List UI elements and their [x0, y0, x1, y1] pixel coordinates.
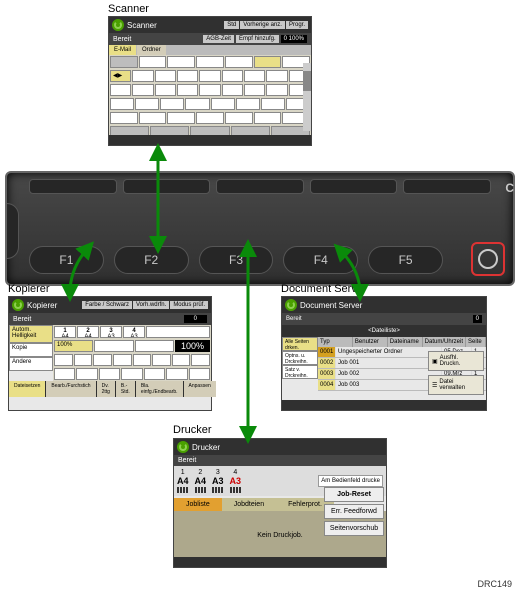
app-logo-icon — [12, 299, 24, 311]
scanner-tabs: E-Mail Ordner — [109, 45, 311, 55]
kopierer-title: Kopierer — [27, 301, 57, 310]
kopierer-status: Bereit — [13, 316, 31, 323]
manage-icon: ☰ — [432, 382, 437, 389]
zoom-display: 100% — [175, 340, 210, 352]
function-key-panel: C F1 F2 F3 F4 F5 — [5, 171, 515, 286]
scanner-status: Bereit — [113, 36, 131, 43]
drucker-side: Job-Reset Err. Feedforwd Seitenvorschub — [324, 487, 384, 538]
key-f4[interactable]: F4 — [283, 246, 358, 274]
scroll-bar[interactable] — [303, 63, 311, 131]
docserver-title: Document Server — [300, 301, 362, 310]
docserver-status: Bereit — [286, 316, 302, 322]
function-keys: F1 F2 F3 F4 F5 — [29, 246, 443, 274]
key-f2[interactable]: F2 — [114, 246, 189, 274]
scanner-screen: Scanner Std Vorherige anz. Progr. Bereit… — [108, 16, 312, 146]
app-logo-icon — [112, 19, 124, 31]
docserver-side: ▣Ausfhl. Druckn. ☰Datei verwalten — [428, 351, 484, 399]
kopierer-label: Kopierer — [8, 283, 50, 295]
app-logo-icon — [177, 441, 189, 453]
stop-button[interactable] — [471, 242, 505, 276]
drucker-status: Bereit — [178, 457, 196, 464]
kopierer-screen: Kopierer Farbe / Schwarz Vorh.wdrfn. Mod… — [8, 296, 212, 411]
clear-label: C — [505, 181, 514, 195]
top-slots — [29, 179, 491, 194]
key-f5[interactable]: F5 — [368, 246, 443, 274]
print-icon: ▣ — [432, 358, 438, 365]
drucker-screen: Drucker Bereit 1A4 2A4 3A3 4A3 Am Bedien… — [173, 438, 387, 568]
key-f3[interactable]: F3 — [199, 246, 274, 274]
docserver-label: Document Server — [281, 283, 367, 295]
column-headers: Typ Benutzer Dateiname Datum/Uhrzeit Sei… — [318, 337, 486, 347]
app-logo-icon — [285, 299, 297, 311]
scanner-footer — [109, 135, 311, 145]
drucker-title: Drucker — [192, 443, 220, 452]
docserver-screen: Document Server Bereit 0 <Dateiliste> Al… — [281, 296, 487, 411]
key-f1[interactable]: F1 — [29, 246, 104, 274]
scanner-top-buttons: Std Vorherige anz. Progr. — [224, 21, 308, 29]
scanner-title: Scanner — [127, 21, 157, 30]
list-header: <Dateiliste> — [282, 325, 486, 337]
panel-cutout — [7, 203, 19, 259]
drucker-label: Drucker — [173, 424, 212, 436]
scanner-label: Scanner — [108, 3, 149, 15]
diagram-code: DRC149 — [477, 579, 512, 589]
